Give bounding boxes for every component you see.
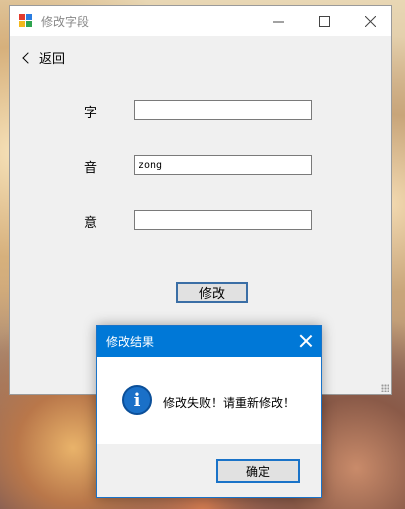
- meaning-label: 意: [84, 216, 98, 231]
- pinyin-input[interactable]: [134, 155, 312, 175]
- pinyin-label: 音: [84, 161, 98, 176]
- back-button[interactable]: 返回: [22, 48, 66, 67]
- close-icon[interactable]: [347, 6, 393, 36]
- minimize-icon[interactable]: [255, 6, 301, 36]
- dialog-message: 修改失败！请重新修改！: [163, 396, 296, 410]
- char-label: 字: [84, 106, 98, 121]
- window-titlebar[interactable]: 修改字段: [10, 6, 391, 36]
- window-title: 修改字段: [41, 14, 90, 29]
- back-label: 返回: [39, 52, 66, 67]
- dialog-titlebar[interactable]: 修改结果: [97, 326, 321, 357]
- dialog-footer: 确定: [97, 444, 321, 497]
- info-icon: i: [122, 385, 152, 415]
- chevron-left-icon: [22, 51, 34, 64]
- dialog-close-icon[interactable]: [299, 334, 313, 348]
- resize-grip[interactable]: [381, 384, 389, 392]
- modify-button[interactable]: 修改: [176, 282, 248, 303]
- dialog-body: i 修改失败！请重新修改！: [97, 357, 321, 444]
- ok-button[interactable]: 确定: [216, 459, 300, 483]
- dialog-title: 修改结果: [106, 335, 155, 349]
- result-dialog: 修改结果 i 修改失败！请重新修改！ 确定: [96, 325, 322, 498]
- maximize-icon[interactable]: [301, 6, 347, 36]
- app-icon: [19, 14, 33, 28]
- char-input[interactable]: [134, 100, 312, 120]
- meaning-input[interactable]: [134, 210, 312, 230]
